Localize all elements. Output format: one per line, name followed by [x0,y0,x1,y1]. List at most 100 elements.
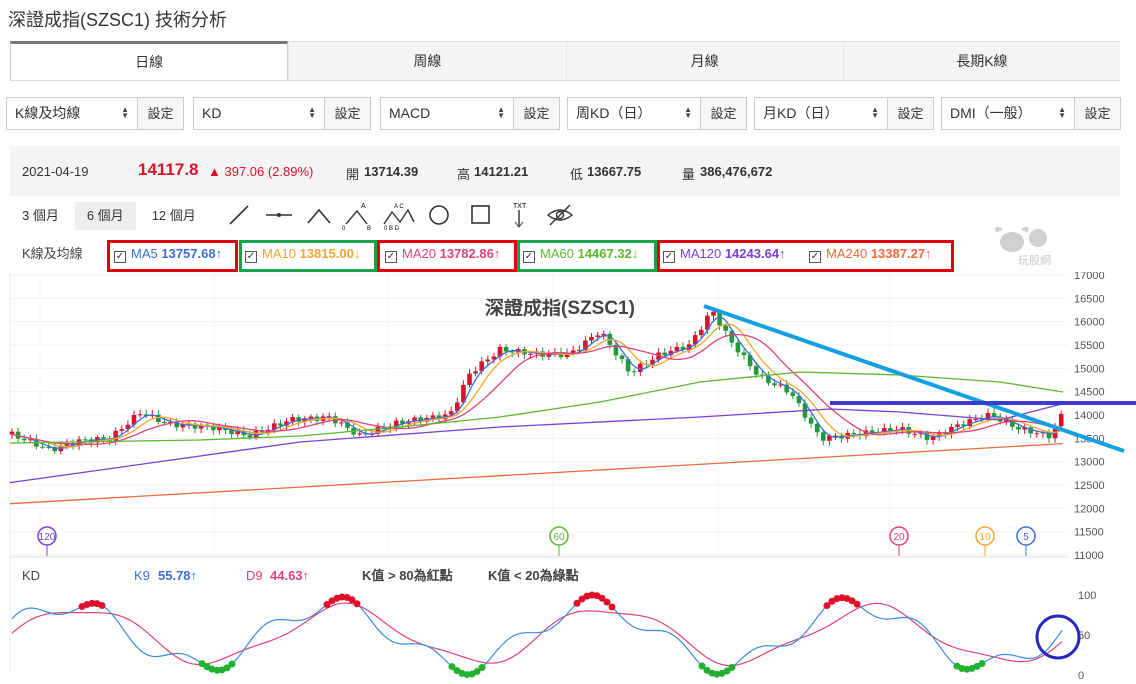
abc-pattern-tool-icon[interactable]: A 0 B [342,203,371,232]
candle-body [1034,433,1040,435]
trend-line-tool-icon[interactable] [229,205,249,225]
highlight-box-ma60 [517,240,657,272]
select-indicator-6[interactable]: DMI（一般） ▲ ▼ [942,98,1074,129]
y-tick-label: 14000 [1074,410,1105,422]
candle-body [339,422,344,424]
kd-green-dot [978,660,986,668]
settings-button-2[interactable]: 設定 [324,98,370,129]
updown-icon: ▲ ▼ [308,105,316,120]
candle-body [741,352,747,356]
selector-monthly-kd: 月KD（日） ▲ ▼ 設定 [754,97,934,130]
marker-label: 5 [1023,532,1029,543]
settings-button-6[interactable]: 設定 [1074,98,1120,129]
candle-body [699,329,704,336]
kd-green-dot [228,660,236,668]
updown-icon: ▲ ▼ [497,105,505,120]
candle-body [790,392,796,397]
low-value: 13667.75 [587,164,642,179]
svg-text:A C: A C [394,204,404,210]
select-indicator-2[interactable]: KD ▲ ▼ [194,98,324,129]
candle-body [503,346,509,352]
quote-price: 14117.8 [138,160,199,179]
candle-body [101,437,106,439]
open-label: 開 [346,167,360,182]
select-indicator-4[interactable]: 周KD（日） ▲ ▼ [568,98,700,129]
tab-monthly[interactable]: 月線 [565,41,843,80]
candle-body [467,373,472,385]
text-tool-icon[interactable]: TXT [513,203,527,228]
candle-body [162,422,167,424]
rectangle-tool-icon[interactable] [471,205,490,224]
k-line [11,594,1063,676]
highlight-box-ma120-240 [657,240,954,272]
candle-body [674,346,680,351]
candle-body [619,355,625,360]
kd-lines [11,591,1063,679]
y-tick-label: 13000 [1074,457,1105,469]
range-12m[interactable]: 12 個月 [140,202,208,230]
ma-legend-label: K線及均線 [22,246,83,261]
tab-weekly[interactable]: 周線 [288,41,566,80]
candle-body [9,431,15,435]
range-3m[interactable]: 3 個月 [10,202,71,230]
settings-button-3[interactable]: 設定 [513,98,559,129]
candle-body [119,429,125,431]
candle-body [735,342,741,353]
kd-tick-100: 100 [1078,590,1096,602]
candle-body [589,336,594,341]
kd-label: KD [22,568,40,583]
candle-body [912,433,918,435]
svg-text:0 B D: 0 B D [384,226,400,232]
open-value: 13714.39 [364,164,419,179]
ma240-line [9,442,1064,505]
candle-body [326,416,332,418]
candle-body [955,424,960,427]
candle-body [82,439,88,441]
candle-body [808,417,814,424]
horizontal-line-tool-icon[interactable] [266,213,292,217]
y-tick-label: 14500 [1074,387,1105,399]
updown-icon: ▲ ▼ [1058,105,1066,120]
period-tabs: 日線 周線 月線 長期K線 [10,41,1120,81]
candle-body [137,414,143,416]
select-indicator-3[interactable]: MACD ▲ ▼ [381,98,513,129]
candle-body [528,353,533,355]
select-main-indicator[interactable]: K線及均線 ▲ ▼ [7,98,137,129]
candle-body [40,446,45,448]
candle-body [833,435,838,437]
candle-body [1016,426,1021,430]
marker-label: 20 [893,532,905,543]
tab-long-term[interactable]: 長期K線 [842,41,1120,80]
candle-body [973,419,979,421]
settings-button-1[interactable]: 設定 [137,98,183,129]
ma120-line [9,403,1064,484]
angle-tool-icon[interactable] [307,208,331,224]
candle-body [772,383,777,386]
candle-body [308,416,314,419]
candle-body [448,411,454,415]
marker-label: 120 [39,532,56,543]
circle-tool-icon[interactable] [429,205,449,225]
tab-daily[interactable]: 日線 [10,41,289,80]
range-buttons: 3 個月 6 個月 12 個月 [10,202,212,230]
settings-button-4[interactable]: 設定 [700,98,746,129]
drawing-toolbar: A 0 B A C 0 B D TXT [229,203,574,232]
ma-legend: K線及均線 ✓ MA5 13757.68↑ ✓ MA10 13815.00↓ ✓ MA… [0,240,1136,272]
low-label: 低 [570,167,584,182]
chart-title: 深證成指(SZSC1) [485,296,635,319]
y-tick-label: 15000 [1074,363,1105,375]
select-indicator-5[interactable]: 月KD（日） ▲ ▼ [755,98,887,129]
range-6m[interactable]: 6 個月 [74,202,136,230]
settings-button-5[interactable]: 設定 [887,98,933,129]
y-tick-label: 15500 [1074,340,1105,352]
abcd-pattern-tool-icon[interactable]: A C 0 B D [383,204,415,232]
y-tick-label: 16500 [1074,293,1105,305]
price-chart[interactable]: 深證成指(SZSC1) 17000 16500 16000 15500 15000 145… [0,272,1136,684]
candle-body [711,311,716,316]
hide-drawings-icon[interactable] [546,204,574,226]
highlight-box-ma20 [377,240,517,272]
indicator-selectors: K線及均線 ▲ ▼ 設定 KD ▲ ▼ 設定 MACD ▲ ▼ 設定 周KD（日） ▲ ▼ 設定… [6,97,1132,131]
candle-body [1058,413,1064,427]
candle-body [21,438,27,441]
selector-weekly-kd: 周KD（日） ▲ ▼ 設定 [567,97,747,130]
